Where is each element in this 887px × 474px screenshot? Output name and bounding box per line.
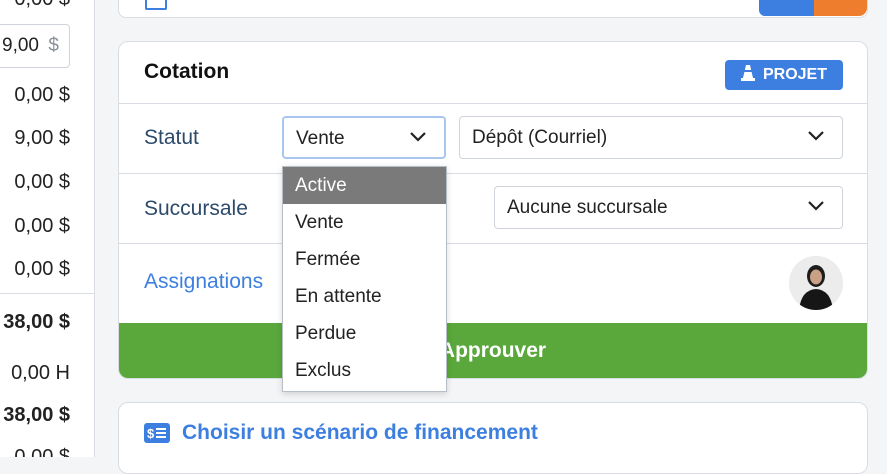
hours-value: 0,00 H: [11, 362, 70, 384]
statut-select-value: Vente: [296, 128, 345, 149]
succursale-select[interactable]: Aucune succursale: [494, 186, 843, 229]
row-divider: [119, 243, 867, 244]
cotation-card: Cotation PROJET Statut Vente Dépôt (Cour…: [118, 41, 868, 379]
total-amount: 38,00 $: [3, 311, 70, 333]
option-label: Exclus: [295, 360, 351, 381]
chevron-down-icon: [410, 132, 426, 142]
choose-financing-link[interactable]: Choisir un scénario de financement: [182, 421, 538, 445]
left-summary-column: 0,00 $ 9,00 $ 0,00 $ 9,00 $ 0,00 $ 0,00 …: [0, 0, 95, 457]
row-divider: [119, 173, 867, 174]
summary-divider: [0, 293, 94, 294]
traffic-cone-icon: [740, 64, 755, 86]
total-amount-2: 38,00 $: [3, 404, 70, 426]
option-label: Perdue: [295, 323, 357, 344]
statut-option[interactable]: Vente: [283, 204, 446, 241]
option-label: En attente: [295, 286, 382, 307]
chevron-down-icon: [808, 131, 824, 141]
source-select-value: Dépôt (Courriel): [472, 127, 608, 148]
top-card: [118, 0, 868, 18]
badge-label: PROJET: [762, 66, 827, 83]
statut-option[interactable]: Fermée: [283, 241, 446, 278]
statut-select[interactable]: Vente: [282, 116, 446, 159]
amount-line: 0,00 $: [14, 171, 70, 193]
statut-option[interactable]: Perdue: [283, 315, 446, 352]
source-select[interactable]: Dépôt (Courriel): [459, 116, 843, 159]
statut-option[interactable]: Active: [283, 167, 446, 204]
financing-card: $ Choisir un scénario de financement: [118, 402, 868, 474]
amount-partial-bottom: 0,00 $: [14, 446, 70, 457]
avatar[interactable]: [789, 256, 843, 310]
status-badge: PROJET: [725, 60, 843, 90]
approve-button[interactable]: Approuver: [119, 323, 867, 378]
amount-line: 0,00 $: [14, 215, 70, 237]
amount-partial-top: 0,00 $: [14, 0, 70, 11]
statut-label: Statut: [144, 126, 199, 149]
svg-text:$: $: [147, 426, 155, 441]
search-button[interactable]: [759, 0, 814, 16]
amount-line: 9,00 $: [14, 127, 70, 149]
assignations-link[interactable]: Assignations: [144, 270, 263, 294]
option-label: Active: [295, 175, 347, 196]
currency-suffix: $: [48, 35, 59, 56]
amount-input[interactable]: 9,00 $: [0, 24, 70, 68]
succursale-select-value: Aucune succursale: [507, 197, 668, 218]
statut-option[interactable]: En attente: [283, 278, 446, 315]
amount-input-value: 9,00: [2, 35, 39, 56]
list-button[interactable]: [814, 0, 867, 16]
money-list-icon: $: [144, 423, 170, 443]
amount-line: 0,00 $: [14, 258, 70, 280]
amount-line: 0,00 $: [14, 84, 70, 106]
row-divider: [119, 103, 867, 104]
card-title: Cotation: [144, 60, 230, 83]
statut-dropdown-list: Active Vente Fermée En attente Perdue Ex…: [282, 166, 447, 392]
statut-option[interactable]: Exclus: [283, 352, 446, 389]
chevron-down-icon: [808, 201, 824, 211]
top-card-icon: [145, 0, 167, 10]
option-label: Vente: [295, 212, 344, 233]
user-avatar-image: [789, 256, 843, 310]
option-label: Fermée: [295, 249, 361, 270]
succursale-label: Succursale: [144, 197, 248, 220]
